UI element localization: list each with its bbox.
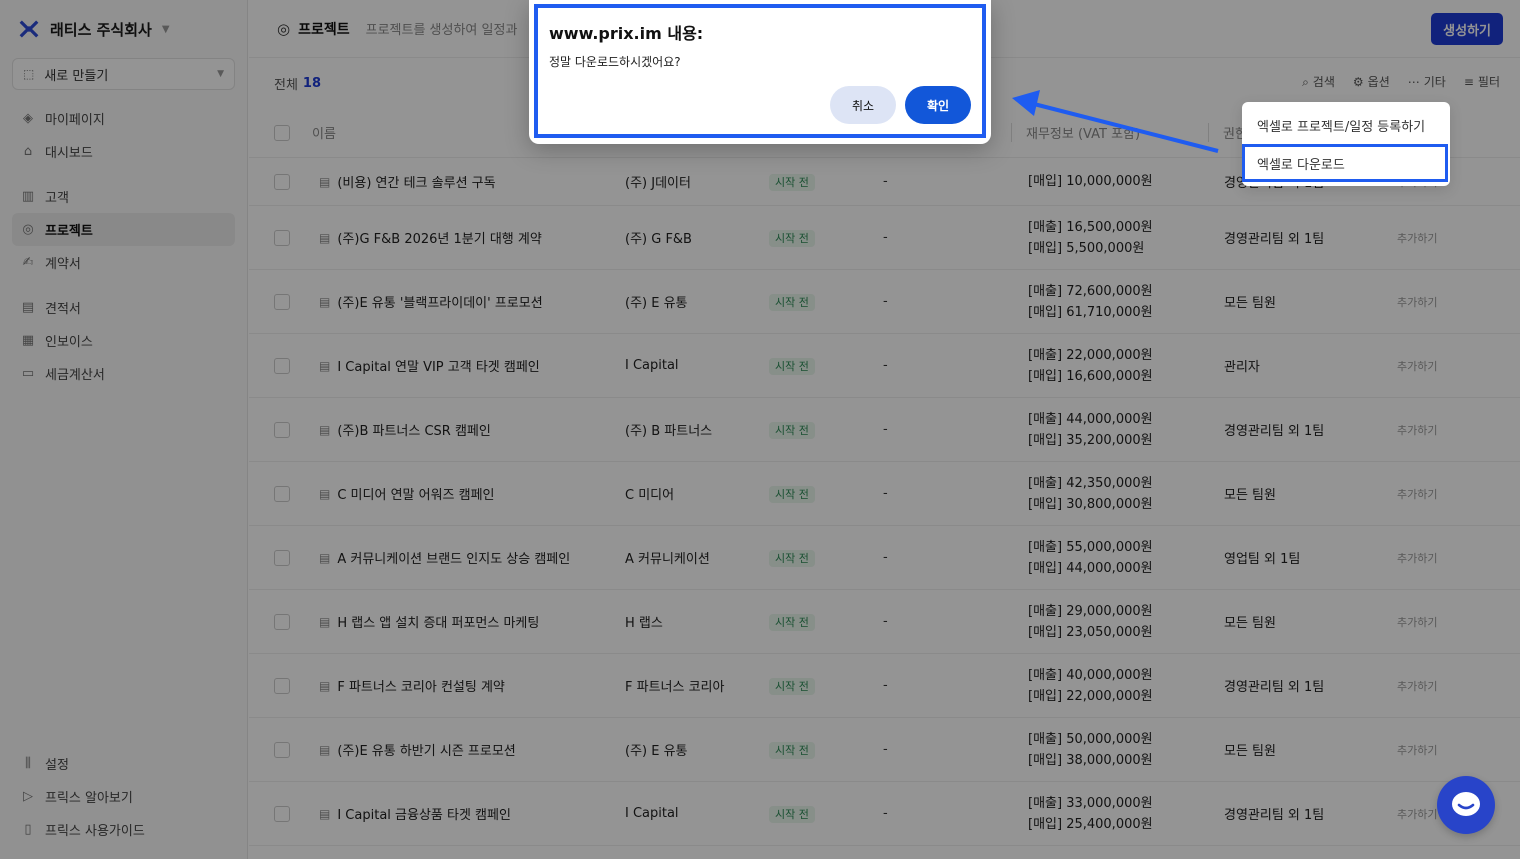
dialog-message: 정말 다운로드하시겠어요? xyxy=(549,55,681,69)
chat-support-button[interactable] xyxy=(1437,776,1495,834)
more-dropdown-menu: 엑셀로 프로젝트/일정 등록하기 엑셀로 다운로드 xyxy=(1242,102,1450,186)
menu-item-excel-import[interactable]: 엑셀로 프로젝트/일정 등록하기 xyxy=(1242,106,1450,144)
confirm-button[interactable]: 확인 xyxy=(905,86,971,124)
cancel-button[interactable]: 취소 xyxy=(830,86,896,124)
dialog-title: www.prix.im 내용: xyxy=(549,24,704,43)
menu-item-excel-download[interactable]: 엑셀로 다운로드 xyxy=(1242,144,1448,182)
chat-bubble-icon xyxy=(1452,792,1480,816)
confirm-dialog: www.prix.im 내용: 정말 다운로드하시겠어요? 취소 확인 xyxy=(529,0,991,144)
